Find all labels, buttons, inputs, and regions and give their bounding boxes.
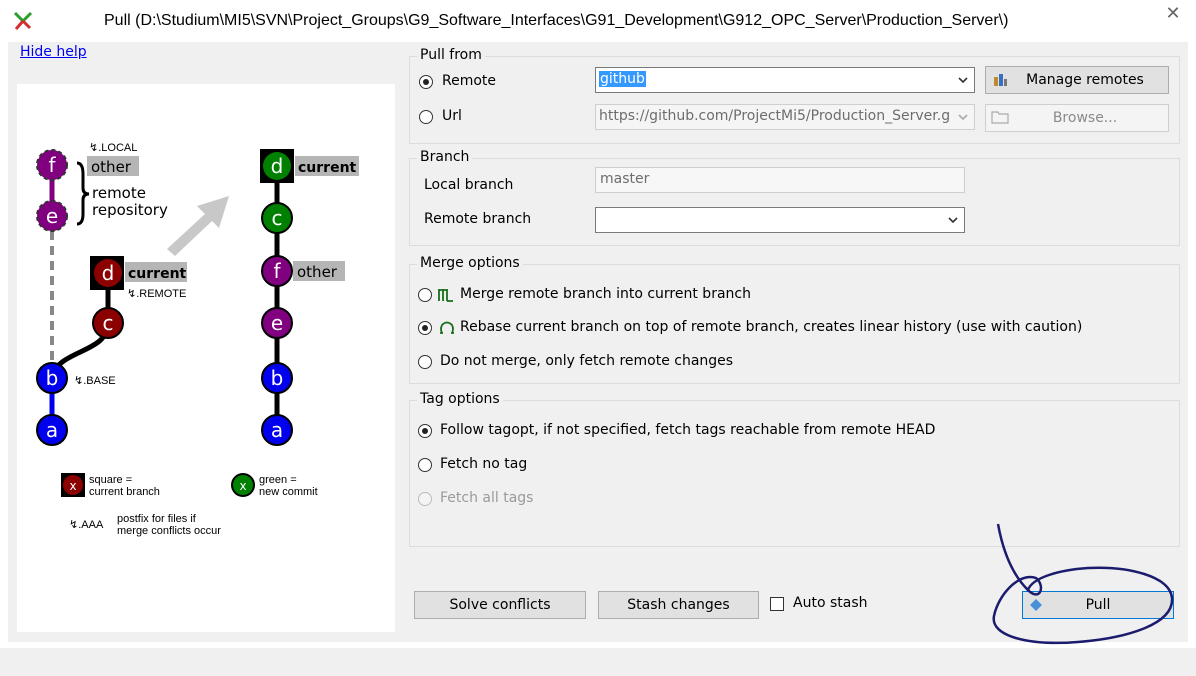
node-d-right-label: d bbox=[271, 154, 284, 178]
window-title: Pull (D:\Studium\MI5\SVN\Project_Groups\… bbox=[104, 12, 1009, 29]
local-branch-field: master bbox=[595, 167, 965, 193]
legend-green-line2: new commit bbox=[259, 486, 318, 498]
hide-help-link[interactable]: Hide help bbox=[20, 44, 87, 60]
fetch-no-tag-radio[interactable] bbox=[418, 458, 432, 472]
url-label: Url bbox=[442, 108, 462, 124]
branch-title: Branch bbox=[417, 149, 473, 165]
node-c-right-label: c bbox=[272, 206, 283, 230]
url-combo-value: https://github.com/ProjectMi5/Production… bbox=[599, 108, 951, 124]
stash-changes-button[interactable]: Stash changes bbox=[598, 591, 759, 619]
fetch-all-tags-radio[interactable] bbox=[418, 492, 432, 506]
local-branch-label: Local branch bbox=[424, 177, 514, 193]
remote-branch-label: Remote branch bbox=[424, 211, 532, 227]
chevron-down-icon bbox=[958, 77, 968, 84]
rebase-label: Rebase current branch on top of remote b… bbox=[460, 319, 1083, 335]
merge-radio[interactable] bbox=[418, 288, 432, 302]
title-bar: Pull (D:\Studium\MI5\SVN\Project_Groups\… bbox=[0, 0, 1196, 42]
remote-combo-value: github bbox=[599, 71, 646, 87]
auto-stash-label: Auto stash bbox=[793, 595, 868, 611]
legend-square-marker: x bbox=[69, 479, 76, 493]
other-label-right: other bbox=[297, 263, 338, 281]
fetch-only-radio[interactable] bbox=[418, 355, 432, 369]
pull-label: Pull bbox=[1085, 597, 1111, 613]
remote-combo[interactable]: github bbox=[595, 67, 975, 93]
remote-branch-combo[interactable] bbox=[595, 207, 965, 233]
close-icon: ✕ bbox=[1165, 3, 1181, 24]
node-e-right-label: e bbox=[271, 311, 283, 335]
node-b-label: b bbox=[46, 366, 59, 390]
remote-radio[interactable] bbox=[419, 75, 433, 89]
node-b-right-label: b bbox=[271, 366, 284, 390]
pull-from-title: Pull from bbox=[417, 47, 485, 63]
remote-repo-line1: remote bbox=[92, 184, 146, 202]
remotes-icon bbox=[994, 74, 1007, 86]
legend-postfix-tag: ↯.AAA bbox=[69, 519, 104, 531]
close-button[interactable]: ✕ bbox=[1150, 0, 1196, 30]
chevron-down-icon bbox=[948, 217, 958, 224]
current-label-right: current bbox=[298, 160, 357, 176]
fetch-no-tag-label: Fetch no tag bbox=[440, 456, 528, 472]
help-panel: f e d c b a ↯.LOCAL other remote reposit… bbox=[17, 84, 395, 632]
window-frame-left bbox=[0, 42, 8, 648]
legend-green-line1: green = bbox=[259, 474, 297, 486]
rebase-radio[interactable] bbox=[418, 321, 432, 335]
git-extensions-icon bbox=[13, 11, 33, 30]
manage-remotes-button[interactable]: Manage remotes bbox=[985, 66, 1169, 94]
pull-icon bbox=[1030, 599, 1042, 611]
node-a-right-label: a bbox=[271, 418, 283, 442]
solve-conflicts-button[interactable]: Solve conflicts bbox=[414, 591, 586, 619]
rebase-icon bbox=[440, 321, 454, 334]
merge-icon bbox=[438, 289, 453, 302]
browse-label: Browse... bbox=[1052, 110, 1118, 126]
legend-postfix-line2: merge conflicts occur bbox=[117, 525, 221, 537]
browse-button[interactable]: Browse... bbox=[985, 104, 1169, 132]
auto-stash-checkbox[interactable] bbox=[770, 597, 784, 611]
pull-button[interactable]: Pull bbox=[1022, 591, 1174, 619]
node-f-right-label: f bbox=[273, 259, 281, 283]
legend-square-line1: square = bbox=[89, 474, 132, 486]
legend-postfix-line1: postfix for files if bbox=[117, 513, 197, 525]
node-a-label: a bbox=[46, 418, 58, 442]
node-c-label: c bbox=[103, 311, 114, 335]
local-branch-value: master bbox=[600, 171, 650, 187]
chevron-down-icon bbox=[958, 114, 968, 121]
remote-repo-line2: repository bbox=[92, 201, 168, 219]
merge-options-title: Merge options bbox=[417, 255, 523, 271]
merge-label: Merge remote branch into current branch bbox=[460, 286, 751, 302]
url-radio[interactable] bbox=[419, 110, 433, 124]
pull-help-diagram: f e d c b a ↯.LOCAL other remote reposit… bbox=[36, 142, 359, 537]
manage-remotes-label: Manage remotes bbox=[1026, 72, 1144, 88]
node-e-label: e bbox=[46, 204, 58, 228]
current-label-left: current bbox=[128, 266, 187, 282]
fetch-only-label: Do not merge, only fetch remote changes bbox=[440, 353, 734, 369]
fetch-all-tags-label: Fetch all tags bbox=[440, 490, 534, 506]
local-tag: ↯.LOCAL bbox=[89, 142, 137, 154]
folder-icon bbox=[991, 111, 1009, 124]
base-tag: ↯.BASE bbox=[74, 375, 116, 387]
follow-tagopt-label: Follow tagopt, if not specified, fetch t… bbox=[440, 422, 936, 438]
window-frame-right bbox=[1188, 42, 1196, 648]
url-combo[interactable]: https://github.com/ProjectMi5/Production… bbox=[595, 104, 975, 130]
remote-label: Remote bbox=[442, 73, 497, 89]
legend-square-line2: current branch bbox=[89, 486, 160, 498]
follow-tagopt-radio[interactable] bbox=[418, 424, 432, 438]
window-frame-bottom bbox=[0, 642, 1196, 648]
node-d-label: d bbox=[102, 261, 115, 285]
legend-green-marker: x bbox=[239, 479, 246, 493]
other-label-left: other bbox=[91, 158, 132, 176]
tag-options-title: Tag options bbox=[417, 391, 503, 407]
remote-tag: ↯.REMOTE bbox=[127, 288, 186, 300]
rebase-arrow-icon bbox=[167, 196, 229, 256]
node-f-label: f bbox=[48, 153, 56, 177]
